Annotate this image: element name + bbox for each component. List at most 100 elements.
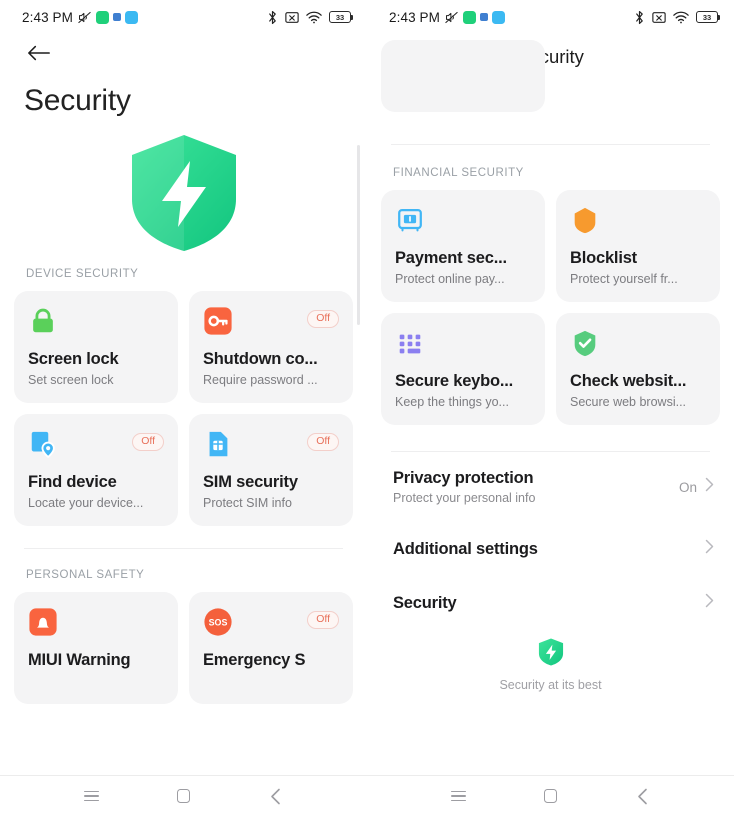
card-subtitle: Protect SIM info — [203, 496, 292, 510]
card-subtitle: Protect yourself fr... — [570, 272, 678, 286]
card-top: Off — [203, 306, 339, 340]
row-title: Privacy protection — [393, 469, 534, 487]
sim-off-icon — [652, 11, 666, 23]
status-bar-left: 2:43 PM 33 — [0, 0, 367, 34]
back-arrow-icon[interactable] — [26, 40, 52, 66]
battery-level: 33 — [335, 12, 345, 22]
scrollbar-thumb[interactable] — [357, 145, 360, 325]
section-divider — [391, 144, 710, 145]
card-emergency-sos[interactable]: SOS Off Emergency S — [189, 592, 353, 704]
navigation-bar-right — [367, 775, 734, 816]
card-subtitle: Secure web browsi... — [570, 395, 687, 409]
find-device-icon — [31, 431, 55, 459]
section-divider — [24, 548, 343, 549]
svg-text:SOS: SOS — [209, 617, 228, 627]
status-badge: Off — [307, 433, 339, 451]
home-icon[interactable] — [530, 781, 570, 811]
status-bar-right-group: 33 — [267, 10, 354, 25]
sos-icon: SOS — [204, 608, 232, 636]
card-title: MIUI Warning — [28, 651, 131, 669]
row-title: Additional settings — [393, 539, 538, 558]
brand-footer: Security at its best — [367, 630, 734, 692]
section-label-device-security: DEVICE SECURITY — [26, 268, 139, 280]
status-bar-right-group: 33 — [634, 10, 721, 25]
wifi-icon — [673, 11, 689, 23]
left-phone-screen: 2:43 PM 33 Security DEVICE SECURITY Scre… — [0, 0, 367, 816]
financial-security-grid: Payment sec... Protect online pay... Blo… — [367, 190, 734, 425]
volume-mute-icon — [445, 11, 458, 23]
card-subtitle: Locate your device... — [28, 496, 144, 510]
left-topbar — [0, 34, 367, 66]
card-top: Off — [28, 429, 164, 463]
list-item-security[interactable]: Security — [393, 576, 714, 630]
dot-blue-icon — [112, 13, 121, 21]
card-blocklist[interactable]: Blocklist Protect yourself fr... — [556, 190, 720, 302]
app-blue-icon — [124, 10, 138, 24]
card-title: Check websit... — [570, 372, 687, 390]
navigation-bar-left — [0, 775, 367, 816]
list-item-privacy-protection[interactable]: Privacy protection Protect your personal… — [393, 452, 714, 522]
app-green-icon — [462, 10, 476, 24]
row-texts: Privacy protection Protect your personal… — [393, 469, 535, 505]
card-payment-security[interactable]: Payment sec... Protect online pay... — [381, 190, 545, 302]
card-title: Shutdown co... — [203, 350, 318, 368]
card-subtitle: Keep the things yo... — [395, 395, 509, 409]
row-value: On — [678, 479, 697, 495]
bluetooth-icon — [636, 10, 643, 24]
card-shutdown-confirmation[interactable]: Off Shutdown co... Require password ... — [189, 291, 353, 403]
hero-shield — [0, 118, 367, 268]
wifi-icon — [306, 11, 322, 23]
recents-icon[interactable] — [439, 781, 479, 811]
card-top — [570, 205, 706, 239]
battery-level: 33 — [702, 12, 712, 22]
card-secure-keyboard[interactable]: Secure keybo... Keep the things yo... — [381, 313, 545, 425]
recents-icon[interactable] — [72, 781, 112, 811]
device-security-grid: Screen lock Set screen lock Off Shutdown… — [0, 291, 367, 526]
sim-card-icon — [209, 431, 228, 457]
list-item-additional-settings[interactable]: Additional settings — [393, 522, 714, 576]
card-find-device[interactable]: Off Find device Locate your device... — [14, 414, 178, 526]
row-right — [705, 593, 714, 613]
keyboard-dots-icon — [399, 334, 421, 354]
card-top: SOS Off — [203, 607, 339, 641]
status-bar-left-group: 2:43 PM — [389, 10, 505, 25]
personal-safety-grid: MIUI Warning SOS Off Emergency S — [0, 592, 367, 704]
chevron-right-icon — [705, 539, 714, 559]
status-time: 2:43 PM — [22, 9, 73, 25]
card-top — [395, 205, 531, 239]
app-blue-icon — [491, 10, 505, 24]
row-right: On — [679, 477, 714, 497]
battery-icon: 33 — [696, 11, 721, 23]
shield-bolt-icon — [131, 135, 236, 251]
bluetooth-icon — [269, 10, 276, 24]
back-icon[interactable] — [255, 781, 295, 811]
status-time: 2:43 PM — [389, 9, 440, 25]
card-miui-warning[interactable]: MIUI Warning — [14, 592, 178, 704]
battery-icon: 33 — [329, 11, 354, 23]
right-phone-screen: 2:43 PM 33 Security FINANCIAL SECURITY P… — [367, 0, 734, 816]
partial-card-above[interactable] — [381, 40, 545, 112]
card-top — [395, 328, 531, 362]
card-top — [570, 328, 706, 362]
card-title: Find device — [28, 473, 117, 491]
home-icon[interactable] — [163, 781, 203, 811]
card-screen-lock[interactable]: Screen lock Set screen lock — [14, 291, 178, 403]
card-title: Secure keybo... — [395, 372, 514, 390]
card-title: SIM security — [203, 473, 298, 491]
status-badge: Off — [307, 611, 339, 629]
shield-check-icon — [574, 330, 596, 357]
section-label-personal-safety: PERSONAL SAFETY — [26, 569, 145, 581]
card-check-websites[interactable]: Check websit... Secure web browsi... — [556, 313, 720, 425]
card-sim-security[interactable]: Off SIM security Protect SIM info — [189, 414, 353, 526]
card-subtitle: Require password ... — [203, 373, 318, 387]
status-badge: Off — [132, 433, 164, 451]
dot-blue-icon — [479, 13, 488, 21]
card-title: Payment sec... — [395, 249, 507, 267]
page-title: Security — [24, 84, 131, 117]
row-right — [705, 539, 714, 559]
card-title: Screen lock — [28, 350, 119, 368]
key-icon — [204, 307, 232, 335]
settings-list: Privacy protection Protect your personal… — [367, 452, 734, 630]
back-icon[interactable] — [622, 781, 662, 811]
row-title: Security — [393, 593, 457, 612]
